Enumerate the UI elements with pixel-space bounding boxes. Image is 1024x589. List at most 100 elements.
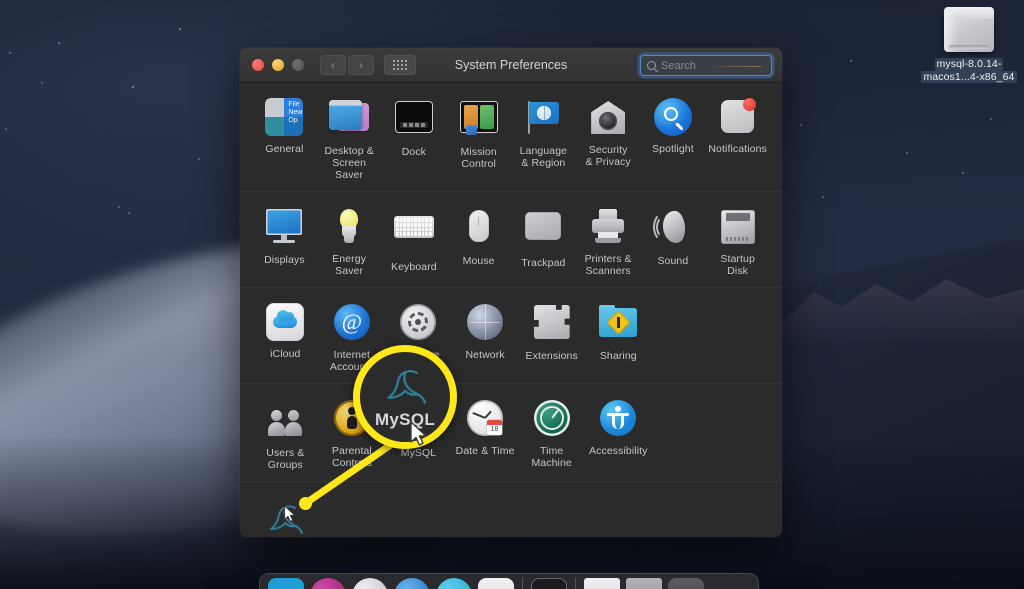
pref-item-desktop-screen-saver[interactable]: Desktop & Screen Saver xyxy=(317,97,382,181)
pref-item-mysql[interactable]: MySQL xyxy=(385,398,452,459)
pref-item-notifications[interactable]: Notifications xyxy=(705,97,770,155)
pref-item-general[interactable]: File New Op General xyxy=(252,97,317,155)
pref-label: Desktop & Screen Saver xyxy=(324,145,374,181)
pref-item-extensions[interactable]: Extensions xyxy=(518,302,585,362)
general-icon: File New Op xyxy=(264,98,304,138)
pref-row: File New Op General Desktop & Screen Saver… xyxy=(240,83,782,192)
desktop-volume-mysql-dmg[interactable]: mysql-8.0.14- macos1...4-x86_64 xyxy=(917,4,1021,83)
date-time-icon: 18 xyxy=(465,400,505,440)
dock-item-document[interactable] xyxy=(584,578,620,589)
startup-disk-icon xyxy=(718,208,758,248)
dock-item-launchpad[interactable] xyxy=(310,578,346,589)
pref-row-third-party: MySQL xyxy=(240,482,782,537)
pref-item-sharing[interactable]: Sharing xyxy=(585,302,652,362)
dock-separator xyxy=(575,578,576,589)
star xyxy=(41,82,43,84)
star xyxy=(800,124,802,126)
show-all-button[interactable] xyxy=(384,55,416,75)
pref-item-mission-control[interactable]: Mission Control xyxy=(446,97,511,170)
pref-item-sound[interactable]: Sound xyxy=(641,206,706,267)
pref-item-mouse[interactable]: Mouse xyxy=(446,206,511,267)
search-field-wrapper: Search xyxy=(640,55,772,76)
pref-label: iCloud xyxy=(270,348,301,360)
pref-item-dock[interactable]: Dock xyxy=(382,97,447,158)
pref-item-parental-controls[interactable]: Parental Controls xyxy=(319,398,386,469)
dock-separator xyxy=(522,578,523,589)
close-button[interactable] xyxy=(252,59,264,71)
pref-label: Extensions xyxy=(525,350,578,362)
pref-item-accessibility[interactable]: Accessibility xyxy=(585,398,652,457)
mouse-icon xyxy=(459,210,499,250)
pref-item-icloud[interactable]: iCloud xyxy=(252,302,319,360)
dock-item-finder[interactable] xyxy=(268,578,304,589)
dock-item-trash[interactable] xyxy=(668,578,704,589)
pref-label: MySQL xyxy=(400,447,437,459)
minimize-button[interactable] xyxy=(272,59,284,71)
pref-row: Displays Energy Saver Keyboard Mouse Tra… xyxy=(240,192,782,288)
back-button[interactable]: ‹ xyxy=(320,55,346,75)
sharing-icon xyxy=(598,305,638,345)
pref-item-displays[interactable]: Displays xyxy=(252,206,317,266)
pref-item-software-update[interactable]: Software Update xyxy=(385,302,452,373)
desktop: mysql-8.0.14- macos1...4-x86_64 ‹ › Syst… xyxy=(0,0,1024,589)
dock-icon xyxy=(394,101,434,141)
pref-label: Startup Disk xyxy=(720,253,755,277)
pref-label: Notifications xyxy=(708,143,767,155)
security-privacy-icon xyxy=(588,99,628,139)
pref-item-startup-disk[interactable]: Startup Disk xyxy=(705,206,770,277)
pref-label: Language & Region xyxy=(519,145,568,169)
accessibility-icon xyxy=(598,400,638,440)
spotlight-icon xyxy=(653,98,693,138)
star xyxy=(906,152,908,154)
pref-label: Printers & Scanners xyxy=(584,253,632,277)
icloud-icon xyxy=(265,303,305,343)
users-groups-icon xyxy=(265,402,305,442)
pref-item-network[interactable]: Network xyxy=(452,302,519,361)
pref-item-printers-scanners[interactable]: Printers & Scanners xyxy=(576,206,641,277)
volume-label-line2: macos1...4-x86_64 xyxy=(921,70,1017,83)
extensions-icon xyxy=(532,305,572,345)
pref-label: Accessibility xyxy=(589,445,648,457)
dock-item-app-white[interactable] xyxy=(478,578,514,589)
search-input[interactable]: Search xyxy=(640,55,772,76)
pref-label: Security & Privacy xyxy=(585,144,631,168)
pref-item-energy-saver[interactable]: Energy Saver xyxy=(317,206,382,277)
star xyxy=(118,206,120,208)
pref-item-users-groups[interactable]: Users & Groups xyxy=(252,398,319,471)
pref-label: Sound xyxy=(657,255,689,267)
pref-item-internet-accounts[interactable]: @ Internet Accounts xyxy=(319,302,386,373)
zoom-button[interactable] xyxy=(292,59,304,71)
mission-control-icon xyxy=(459,101,499,141)
pref-item-spotlight[interactable]: Spotlight xyxy=(641,97,706,155)
dock-item-terminal[interactable] xyxy=(531,578,567,589)
dock-item-safari[interactable] xyxy=(394,578,430,589)
star xyxy=(132,86,134,88)
pref-label: Keyboard xyxy=(391,261,437,273)
disk-volume-icon xyxy=(940,4,998,54)
pref-item-keyboard[interactable]: Keyboard xyxy=(382,206,447,273)
trackpad-icon xyxy=(523,212,563,252)
keyboard-icon xyxy=(393,216,434,256)
pref-item-trackpad[interactable]: Trackpad xyxy=(511,206,576,269)
parental-controls-icon xyxy=(332,400,372,440)
pref-label: Parental Controls xyxy=(331,445,372,469)
sound-icon xyxy=(652,209,693,250)
dock-item-app-bar[interactable] xyxy=(626,578,662,589)
pref-item-security-privacy[interactable]: Security & Privacy xyxy=(576,97,641,168)
displays-icon xyxy=(264,209,304,249)
notifications-icon xyxy=(718,98,758,138)
desktop-volume-label: mysql-8.0.14- macos1...4-x86_64 xyxy=(917,58,1021,83)
pref-label: Energy Saver xyxy=(332,253,367,277)
star xyxy=(850,60,852,62)
pref-item-language-region[interactable]: Language & Region xyxy=(511,97,576,169)
dock-item-app-grey[interactable] xyxy=(352,578,388,589)
pref-item-time-machine[interactable]: Time Machine xyxy=(518,398,585,469)
star xyxy=(5,128,7,130)
dock-item-app-cyan[interactable] xyxy=(436,578,472,589)
star xyxy=(128,212,130,214)
forward-button[interactable]: › xyxy=(348,55,374,75)
pref-row: Users & Groups Parental Controls MySQL 1… xyxy=(240,384,782,482)
pref-item-mysql-thirdparty[interactable]: MySQL xyxy=(252,498,319,537)
software-update-icon xyxy=(398,304,438,344)
pref-item-date-time[interactable]: 18 Date & Time xyxy=(452,398,519,457)
